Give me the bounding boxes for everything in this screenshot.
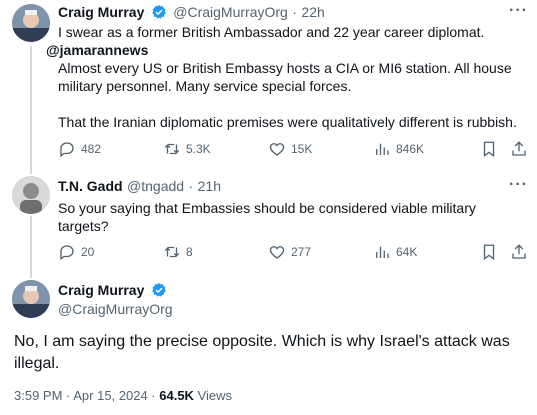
views-button[interactable]: 846K [373,140,480,158]
heart-icon [269,143,285,156]
avatar[interactable] [12,280,50,318]
tweet-actions: 20 8 277 64K [58,242,528,262]
reply-icon [60,142,74,158]
reply-button[interactable]: 20 [58,243,163,261]
tweet-text-line: Almost every US or British Embassy hosts… [58,60,512,76]
bookmark-icon[interactable] [480,243,498,261]
retweet-icon [164,246,180,258]
views-count: 64.5K [159,388,194,403]
views-chart-icon [376,246,389,258]
more-options-icon[interactable]: ··· [509,2,528,20]
reply-count: 482 [81,142,102,156]
tweet3-text-line: illegal. [14,355,60,372]
views-label: Views [193,388,233,403]
avatar[interactable] [12,176,50,214]
tweet-text-line: So your saying that Embassies should be … [58,200,476,216]
bookmark-icon[interactable] [480,140,498,158]
tweet-text-line: I swear as a former British Ambassador a… [58,24,485,40]
retweet-icon [164,143,180,155]
separator: · [188,178,194,194]
tweet3-text-line: No, I am saying the precise opposite. Wh… [14,333,510,350]
verified-badge-icon [151,5,166,19]
reply-button[interactable]: 482 [58,140,163,158]
avatar[interactable] [12,4,50,42]
tweet-time[interactable]: 21h [198,178,221,194]
views-chart-icon [376,143,389,155]
reply-count: 20 [81,245,95,259]
author-handle[interactable]: @tngadd [127,178,184,194]
retweet-count: 5.3K [186,142,211,156]
tweet-time[interactable]: 22h [301,4,324,20]
tweet-timestamp[interactable]: 3:59 PM · Apr 15, 2024 · [14,388,159,403]
tweet3-name-row: Craig Murray [58,282,169,300]
thread-line [30,216,32,278]
thread-line [30,46,32,174]
like-button[interactable]: 277 [268,243,373,261]
verified-badge-icon [151,283,166,297]
retweet-button[interactable]: 5.3K [163,140,268,158]
share-icon[interactable] [510,243,528,261]
tweet-text-line: targets? [58,218,109,234]
retweet-button[interactable]: 8 [163,243,268,261]
like-count: 15K [291,142,313,156]
views-button[interactable]: 64K [373,243,480,261]
author-name[interactable]: T.N. Gadd [58,178,123,194]
view-count: 64K [396,245,418,259]
like-button[interactable]: 15K [268,140,373,158]
author-name[interactable]: Craig Murray [58,282,144,298]
reply-icon [60,245,74,261]
more-options-icon[interactable]: ··· [509,176,528,194]
tweet-text-line: military personnel. Many service special… [58,78,352,94]
view-count: 846K [396,142,425,156]
author-handle[interactable]: @CraigMurrayOrg [173,4,288,20]
author-handle[interactable]: @CraigMurrayOrg [58,301,173,317]
tweet-actions: 482 5.3K 15K 846K [58,139,528,159]
tweet-text-line: That the Iranian diplomatic premises wer… [58,114,517,130]
separator: · [292,4,297,20]
author-name[interactable]: Craig Murray [58,4,144,20]
like-count: 277 [291,245,312,259]
tweet-timestamp-row: 3:59 PM · Apr 15, 2024 · 64.5K Views [14,388,232,403]
tweet1-header: Craig Murray @CraigMurrayOrg · 22h [58,4,325,22]
share-icon[interactable] [510,140,528,158]
tweet2-header: T.N. Gadd @tngadd · 21h [58,178,221,196]
watermark: @jamarannews [44,42,151,58]
heart-icon [269,246,285,259]
retweet-count: 8 [186,245,193,259]
